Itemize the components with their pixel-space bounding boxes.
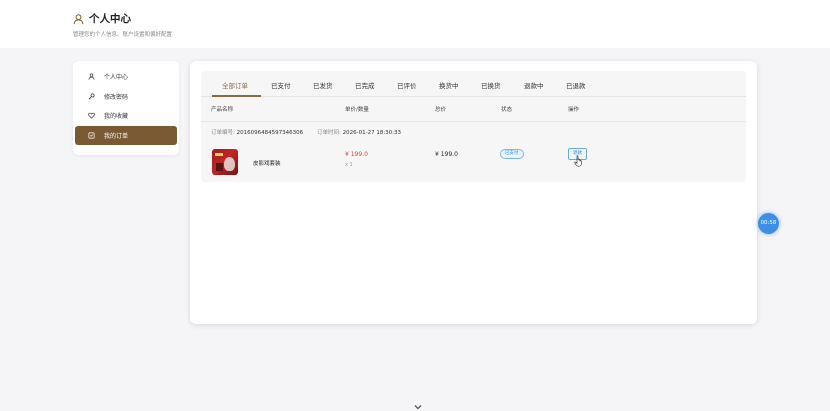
- column-header-total: 总价: [435, 107, 447, 113]
- order-number-label: 订单编号:: [211, 130, 235, 136]
- order-tabs: 全部订单 已支付 已发货 已完成 已评价 换货中 已换货 退款中 已退款: [201, 71, 746, 97]
- order-total: ¥ 199.0: [435, 151, 458, 158]
- tab-all-orders[interactable]: 全部订单: [222, 80, 248, 90]
- hand-cursor-icon: [574, 155, 582, 167]
- tab-completed[interactable]: 已完成: [355, 80, 375, 90]
- tab-exchanging[interactable]: 换货中: [439, 80, 459, 90]
- sidebar-item-label: 个人中心: [104, 74, 129, 82]
- tab-refunded[interactable]: 已退款: [566, 80, 586, 90]
- header-divider: [201, 121, 746, 122]
- product-name[interactable]: 皮影戏套装: [253, 159, 281, 167]
- unit-price: ¥ 199.0: [345, 151, 368, 158]
- sidebar-item-orders[interactable]: 我的订单: [75, 125, 177, 145]
- sidebar-item-favorites[interactable]: 我的收藏: [75, 106, 177, 126]
- column-header-status: 状态: [501, 107, 513, 113]
- tab-paid[interactable]: 已支付: [271, 80, 291, 90]
- sidebar-item-password[interactable]: 修改密码: [75, 87, 177, 107]
- order-number-value: 2016096484597346306: [236, 130, 304, 136]
- page-header: 个人中心 管理您的个人信息、账户设置和偏好配置: [0, 0, 830, 48]
- page-title: 个人中心: [89, 13, 131, 25]
- tab-refunding[interactable]: 退款中: [524, 80, 544, 90]
- header-title-row: 个人中心: [73, 11, 131, 26]
- order-time: 订单时间: 2026-01-27 18:30:33: [317, 128, 401, 136]
- column-header-product: 产品名称: [211, 107, 234, 113]
- orders-panel: 全部订单 已支付 已发货 已完成 已评价 换货中 已换货 退款中 已退款 产品名…: [190, 61, 757, 324]
- sidebar: 个人中心 修改密码 我的收藏 我的订单: [73, 61, 179, 155]
- user-icon: [73, 13, 84, 24]
- key-icon: [88, 93, 95, 100]
- tab-shipped[interactable]: 已发货: [313, 80, 333, 90]
- user-icon: [88, 73, 95, 80]
- order-number: 订单编号: 2016096484597346306: [211, 128, 303, 136]
- sidebar-item-profile[interactable]: 个人中心: [75, 67, 177, 87]
- quantity: x 1: [345, 162, 353, 168]
- sidebar-item-label: 我的订单: [104, 132, 129, 140]
- column-header-price-qty: 单价/数量: [345, 107, 369, 113]
- column-header-action: 操作: [568, 107, 580, 113]
- heart-icon: [88, 112, 95, 119]
- orders-list: 全部订单 已支付 已发货 已完成 已评价 换货中 已换货 退款中 已退款 产品名…: [201, 71, 746, 182]
- tab-reviewed[interactable]: 已评价: [397, 80, 417, 90]
- order-time-value: 2026-01-27 18:30:33: [342, 130, 402, 136]
- tab-exchanged[interactable]: 已换货: [481, 80, 501, 90]
- countdown-timer[interactable]: 00:58: [758, 213, 779, 234]
- sidebar-item-label: 我的收藏: [104, 113, 129, 121]
- status-badge: 已支付: [500, 149, 524, 159]
- product-thumbnail[interactable]: [212, 149, 238, 175]
- active-tab-indicator: [212, 95, 261, 97]
- sidebar-item-label: 修改密码: [104, 93, 129, 101]
- order-time-label: 订单时间:: [317, 130, 341, 136]
- chevron-down-icon[interactable]: [412, 403, 424, 411]
- order-icon: [88, 132, 95, 139]
- page-subtitle: 管理您的个人信息、账户设置和偏好配置: [73, 32, 173, 38]
